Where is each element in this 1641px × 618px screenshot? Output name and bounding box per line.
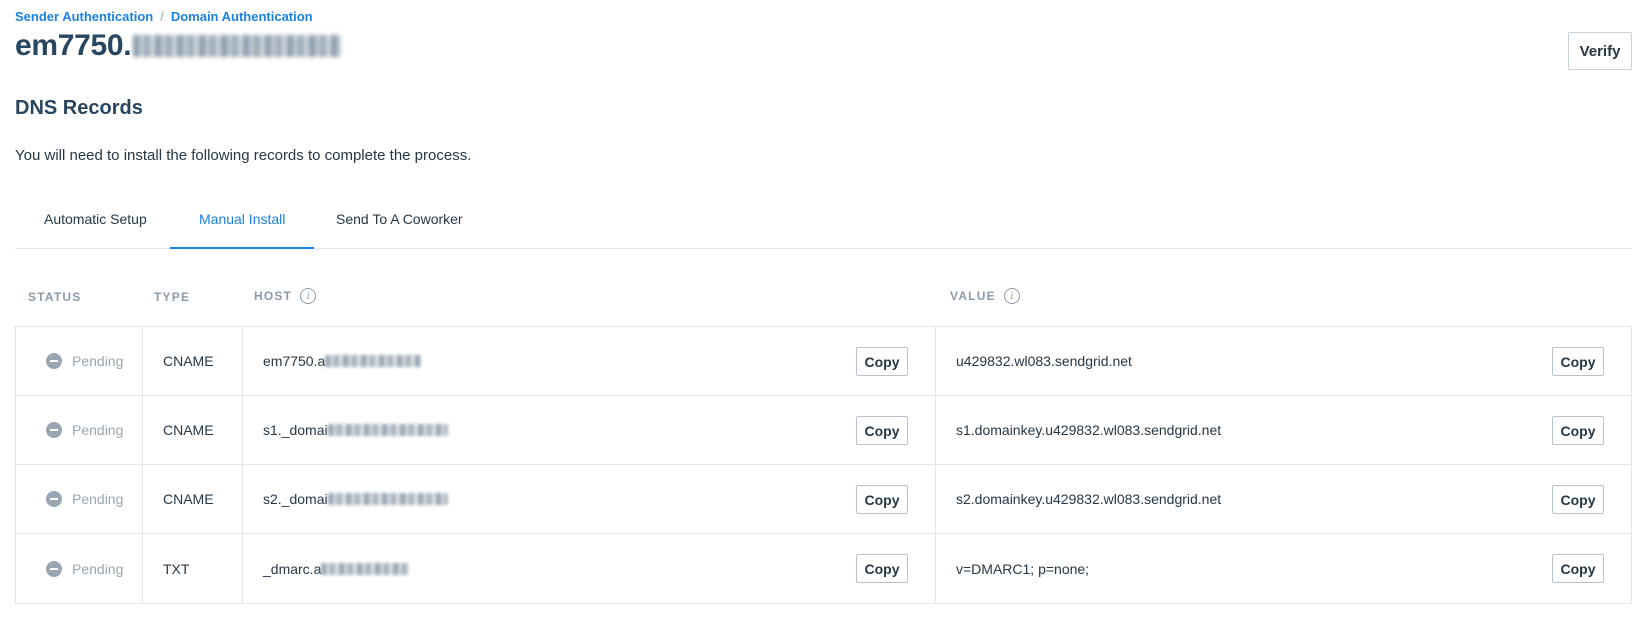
tab-send-to-coworker[interactable]: Send To A Coworker	[307, 190, 492, 249]
copy-value-button[interactable]: Copy	[1552, 347, 1604, 376]
column-header-type: TYPE	[154, 290, 190, 304]
pending-icon	[46, 422, 62, 438]
status-cell: Pending	[16, 534, 143, 603]
value-text: v=DMARC1; p=none;	[956, 560, 1090, 577]
tab-automatic-setup[interactable]: Automatic Setup	[15, 190, 176, 249]
type-cell: CNAME	[143, 327, 243, 395]
host-cell: s1._domai Copy	[243, 396, 936, 464]
value-text: s1.domainkey.u429832.wl083.sendgrid.net	[956, 422, 1222, 438]
copy-value-button[interactable]: Copy	[1552, 485, 1604, 514]
verify-button[interactable]: Verify	[1568, 32, 1632, 70]
copy-host-button[interactable]: Copy	[856, 485, 908, 514]
page-title: em7750.	[15, 29, 342, 63]
redacted-host	[327, 493, 448, 505]
column-header-type-label: TYPE	[154, 290, 191, 304]
value-text: u429832.wl083.sendgrid.net	[956, 353, 1132, 369]
column-header-host-label: HOST	[254, 289, 293, 303]
host-text: em7750.a	[263, 353, 326, 369]
redacted-host	[321, 562, 410, 575]
redacted-domain	[133, 35, 342, 57]
host-cell: s2._domai Copy	[243, 465, 936, 533]
pending-icon	[46, 560, 62, 577]
value-cell: u429832.wl083.sendgrid.net Copy	[936, 327, 1633, 395]
column-header-value: VALUE i	[950, 288, 1020, 304]
tab-manual-install[interactable]: Manual Install	[170, 190, 315, 249]
value-cell: v=DMARC1; p=none; Copy	[936, 534, 1633, 603]
host-cell: _dmarc.a Copy	[243, 534, 936, 603]
copy-host-button[interactable]: Copy	[856, 416, 908, 445]
status-label: Pending	[72, 491, 124, 507]
host-text: s2._domai	[263, 491, 328, 507]
copy-value-button[interactable]: Copy	[1552, 554, 1604, 583]
status-label: Pending	[72, 422, 124, 438]
host-cell: em7750.a Copy	[243, 327, 936, 395]
type-cell: CNAME	[143, 465, 243, 533]
type-cell: TXT	[143, 534, 243, 603]
value-cell: s1.domainkey.u429832.wl083.sendgrid.net …	[936, 396, 1633, 464]
table-row: Pending CNAME s2._domai Copy s2.domainke…	[16, 465, 1631, 534]
page-title-text: em7750.	[15, 29, 132, 62]
copy-host-button[interactable]: Copy	[856, 347, 908, 376]
redacted-host	[327, 424, 448, 436]
table-row: Pending CNAME s1._domai Copy s1.domainke…	[16, 396, 1631, 465]
status-label: Pending	[72, 560, 124, 577]
status-cell: Pending	[16, 465, 143, 533]
host-info-icon[interactable]: i	[300, 288, 317, 304]
value-cell: s2.domainkey.u429832.wl083.sendgrid.net …	[936, 465, 1633, 533]
status-label: Pending	[72, 353, 124, 369]
breadcrumb: Sender Authentication / Domain Authentic…	[15, 9, 313, 24]
tab-bar: Automatic Setup Manual Install Send To A…	[15, 190, 1632, 249]
section-title: DNS Records	[15, 97, 143, 119]
value-text: s2.domainkey.u429832.wl083.sendgrid.net	[956, 491, 1222, 507]
table-row: Pending CNAME em7750.a Copy u429832.wl08…	[16, 327, 1631, 396]
pending-icon	[46, 491, 62, 507]
redacted-host	[325, 355, 422, 367]
host-text: s1._domai	[263, 422, 328, 438]
type-cell: CNAME	[143, 396, 243, 464]
column-header-host: HOST i	[254, 288, 317, 304]
column-header-status: STATUS	[28, 290, 81, 304]
status-cell: Pending	[16, 396, 143, 464]
breadcrumb-separator: /	[160, 9, 164, 24]
column-header-status-label: STATUS	[28, 290, 82, 304]
status-cell: Pending	[16, 327, 143, 395]
copy-host-button[interactable]: Copy	[856, 554, 908, 583]
host-text: _dmarc.a	[263, 560, 322, 577]
value-info-icon[interactable]: i	[1003, 288, 1020, 304]
dns-records-table: Pending CNAME em7750.a Copy u429832.wl08…	[15, 326, 1632, 604]
section-description: You will need to install the following r…	[15, 147, 472, 164]
copy-value-button[interactable]: Copy	[1552, 416, 1604, 445]
column-header-value-label: VALUE	[950, 289, 996, 303]
breadcrumb-sender-authentication[interactable]: Sender Authentication	[15, 9, 153, 24]
pending-icon	[46, 353, 62, 369]
table-row: Pending TXT _dmarc.a Copy v=DMARC1; p=no…	[16, 534, 1631, 603]
breadcrumb-domain-authentication[interactable]: Domain Authentication	[171, 9, 313, 24]
